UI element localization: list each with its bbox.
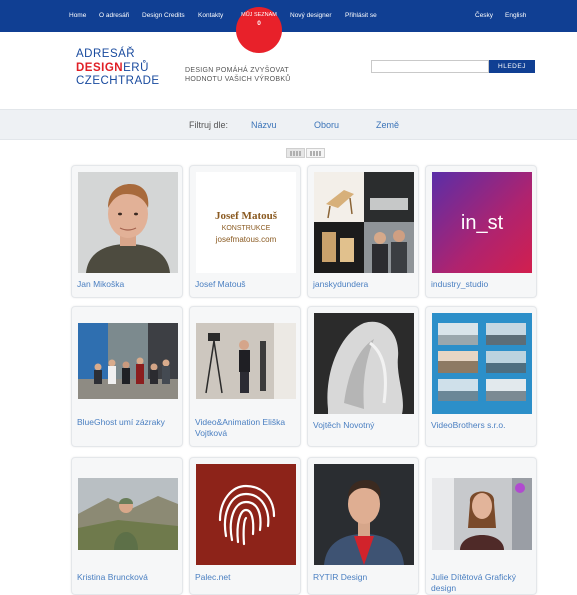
designer-name[interactable]: industry_studio [431, 279, 535, 290]
designer-card-rytir-design[interactable]: RYTIR Design [307, 457, 419, 595]
outdoor-portrait-photo [78, 478, 178, 550]
industry-studio-logo-image: in_st [432, 172, 532, 273]
nav-about[interactable]: O adresáři [99, 12, 129, 19]
designer-portrait-photo [314, 464, 414, 565]
tagline: DESIGN POMÁHÁ ZVYŠOVAT HODNOTU VAŠICH VÝ… [185, 66, 291, 84]
top-navigation: Home O adresáři Design Credits Kontakty … [0, 0, 577, 32]
designer-card-industry-studio[interactable]: in_st industry_studio [425, 165, 537, 298]
my-list-label: MŮJ SEZNAM [241, 12, 277, 18]
designer-name[interactable]: BlueGhost umí zázraky [77, 417, 181, 428]
fingerprint-logo-image [196, 464, 296, 565]
site-logo[interactable]: ADRESÁŘ DESIGNERŮ CZECHTRADE [76, 48, 160, 89]
logo-line-1: ADRESÁŘ [76, 48, 136, 60]
designer-card-jan-mikoska[interactable]: Jan Mikoška [71, 165, 183, 298]
designer-name[interactable]: Josef Matouš [195, 279, 299, 290]
designer-name[interactable]: janskydundera [313, 279, 417, 290]
logo-design-red: DESIGN [76, 61, 124, 74]
designer-name[interactable]: Julie Dítětová Grafický design [431, 572, 535, 594]
filter-by-name[interactable]: Názvu [251, 120, 277, 130]
company-logo-image: Josef Matouš KONSTRUKCE josefmatous.com [196, 172, 296, 273]
filter-label: Filtruj dle: [189, 120, 229, 130]
josef-logo-line2: KONSTRUKCE [222, 225, 271, 232]
art-photo [314, 313, 414, 414]
team-photo [78, 323, 178, 399]
nav-contacts[interactable]: Kontakty [198, 12, 223, 19]
filter-by-field[interactable]: Oboru [314, 120, 339, 130]
designer-card-vojtech-novotny[interactable]: Vojtěch Novotný [307, 306, 419, 447]
nav-home[interactable]: Home [69, 12, 86, 19]
designer-name[interactable]: Palec.net [195, 572, 299, 583]
designer-card-josef-matous[interactable]: Josef Matouš KONSTRUKCE josefmatous.com … [189, 165, 301, 298]
nav-design-credits[interactable]: Design Credits [142, 12, 185, 19]
designer-name[interactable]: Kristina Bruncková [77, 572, 181, 583]
lang-czech[interactable]: Česky [475, 12, 493, 19]
designer-portrait-photo [432, 478, 532, 550]
designer-name[interactable]: Jan Mikoška [77, 279, 181, 290]
nav-new-designer[interactable]: Nový designer [290, 12, 332, 19]
filter-by-country[interactable]: Země [376, 120, 399, 130]
designer-card-palec-net[interactable]: Palec.net [189, 457, 301, 595]
search-input[interactable] [371, 60, 489, 73]
furniture-collage-image [314, 172, 414, 273]
josef-logo-line1: Josef Matouš [215, 210, 278, 222]
studio-photo [196, 323, 296, 399]
logo-design-suffix: ERŮ [123, 61, 149, 74]
list-view-toggle[interactable] [306, 148, 325, 158]
lang-english[interactable]: English [505, 12, 526, 19]
designer-name[interactable]: RYTIR Design [313, 572, 417, 583]
designer-card-blueghost[interactable]: BlueGhost umí zázraky [71, 306, 183, 447]
designer-card-videobrothers[interactable]: VideoBrothers s.r.o. [425, 306, 537, 447]
designer-name[interactable]: Vojtěch Novotný [313, 420, 417, 431]
filter-bar: Filtruj dle: Názvu Oboru Země [0, 109, 577, 140]
designer-name[interactable]: VideoBrothers s.r.o. [431, 420, 535, 431]
tagline-line-2: HODNOTU VAŠICH VÝROBKŮ [185, 76, 291, 83]
tagline-line-1: DESIGN POMÁHÁ ZVYŠOVAT [185, 67, 289, 74]
josef-logo-line3: josefmatous.com [215, 235, 277, 244]
my-list-badge[interactable]: MŮJ SEZNAM 0 [236, 7, 282, 53]
designer-card-video-animation[interactable]: Video&Animation Eliška Vojtková [189, 306, 301, 447]
designer-card-janskydundera[interactable]: janskydundera [307, 165, 419, 298]
designer-card-julie-ditetova[interactable]: Julie Dítětová Grafický design [425, 457, 537, 595]
designer-name[interactable]: Video&Animation Eliška Vojtková [195, 417, 299, 439]
search-button[interactable]: HLEDEJ [489, 60, 535, 73]
video-thumbnails-image [432, 313, 532, 414]
logo-line-3: CZECHTRADE [76, 75, 160, 87]
portrait-photo [78, 172, 178, 273]
industry-logo-text: in_st [461, 212, 504, 234]
nav-login[interactable]: Přihlásit se [345, 12, 377, 19]
my-list-count: 0 [257, 19, 261, 27]
grid-view-toggle[interactable] [286, 148, 305, 158]
designer-card-kristina-bronckova[interactable]: Kristina Bruncková [71, 457, 183, 595]
